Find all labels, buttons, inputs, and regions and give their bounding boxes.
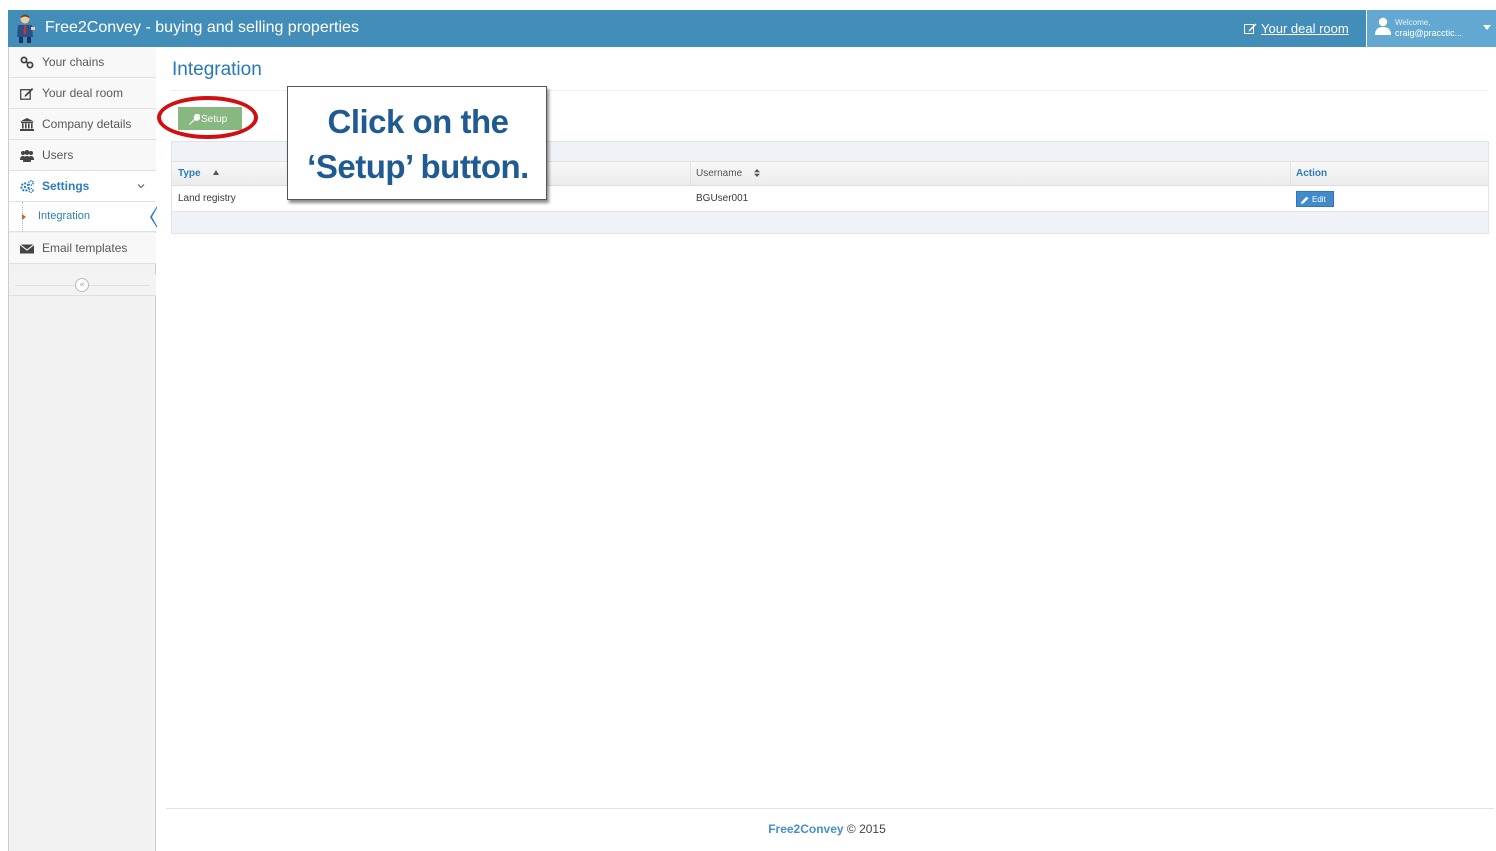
- deal-room-link-label: Your deal room: [1261, 21, 1349, 36]
- link-icon: [20, 56, 34, 69]
- bank-icon: [20, 118, 34, 131]
- wrench-icon: [189, 114, 200, 125]
- logo-icon: [17, 14, 35, 43]
- sidebar-item-label: Email templates: [42, 241, 128, 255]
- sidebar-item-settings[interactable]: Settings: [9, 171, 156, 202]
- setup-button[interactable]: Setup: [178, 107, 242, 130]
- cell-type: Land registry: [178, 193, 236, 204]
- edit-icon: [20, 88, 34, 100]
- sidebar-item-email-templates[interactable]: Email templates: [9, 233, 156, 264]
- welcome-label: Welcome,: [1395, 18, 1431, 27]
- page-title: Integration: [172, 59, 262, 80]
- cogs-icon: [20, 180, 34, 193]
- user-email: craig@pracctic...: [1395, 28, 1463, 38]
- sidebar: Your chains Your deal room Company detai…: [8, 47, 157, 851]
- sidebar-item-label: Company details: [42, 117, 132, 131]
- sidebar-item-label: Integration: [38, 210, 90, 222]
- sidebar-item-label: Settings: [42, 179, 90, 193]
- active-item-pointer-inner: [152, 208, 157, 226]
- sort-asc-icon: [212, 170, 219, 175]
- callout-line-1: Click on the: [327, 103, 509, 140]
- column-header-label: Username: [696, 168, 743, 179]
- sidebar-item-label: Your deal room: [42, 86, 123, 100]
- sidebar-item-users[interactable]: Users: [9, 140, 156, 171]
- callout-line-2: ‘Setup’ button.: [307, 148, 529, 185]
- your-deal-room-link[interactable]: Your deal room: [1244, 21, 1349, 36]
- sidebar-item-label: Users: [42, 148, 74, 162]
- footer: Free2Convey © 2015: [8, 822, 1496, 836]
- instruction-callout: Click on the ‘Setup’ button.: [287, 86, 547, 200]
- sidebar-item-your-chains[interactable]: Your chains: [9, 47, 156, 78]
- app-title: Free2Convey - buying and selling propert…: [45, 19, 359, 36]
- caret-down-icon: [1483, 25, 1491, 30]
- user-menu[interactable]: Welcome, craig@pracctic...: [1366, 10, 1496, 47]
- footer-brand: Free2Convey: [768, 822, 844, 836]
- column-separator: [690, 162, 691, 187]
- sidebar-collapse-button[interactable]: «: [75, 278, 89, 292]
- sidebar-item-company-details[interactable]: Company details: [9, 109, 156, 140]
- edit-button[interactable]: Edit: [1296, 191, 1334, 207]
- edit-button-label: Edit: [1312, 195, 1326, 204]
- sidebar-item-label: Your chains: [42, 55, 105, 69]
- top-navbar: Free2Convey - buying and selling propert…: [8, 10, 1496, 47]
- cell-username: BGUser001: [696, 193, 749, 204]
- column-header-action: Action: [1296, 168, 1328, 179]
- users-icon: [20, 150, 34, 162]
- column-separator: [1290, 162, 1291, 187]
- setup-button-label: Setup: [201, 114, 228, 125]
- sort-icon: [754, 169, 761, 177]
- column-header-label: Type: [178, 168, 201, 179]
- column-header-type[interactable]: Type: [178, 168, 219, 179]
- chevron-down-icon: [137, 184, 145, 189]
- envelope-icon: [20, 244, 34, 254]
- sidebar-item-integration[interactable]: Integration: [9, 202, 157, 232]
- column-header-username[interactable]: Username: [696, 168, 761, 179]
- app-window: Free2Convey - buying and selling propert…: [8, 10, 1496, 851]
- divider: [166, 808, 1494, 809]
- footer-copyright: © 2015: [843, 822, 886, 836]
- edit-icon: [1244, 23, 1257, 34]
- sidebar-item-your-deal-room[interactable]: Your deal room: [9, 78, 156, 109]
- sidebar-collapse-bar: «: [9, 274, 156, 296]
- user-icon: [1375, 17, 1391, 35]
- pencil-icon: [1301, 196, 1309, 204]
- caret-right-icon: [22, 214, 26, 220]
